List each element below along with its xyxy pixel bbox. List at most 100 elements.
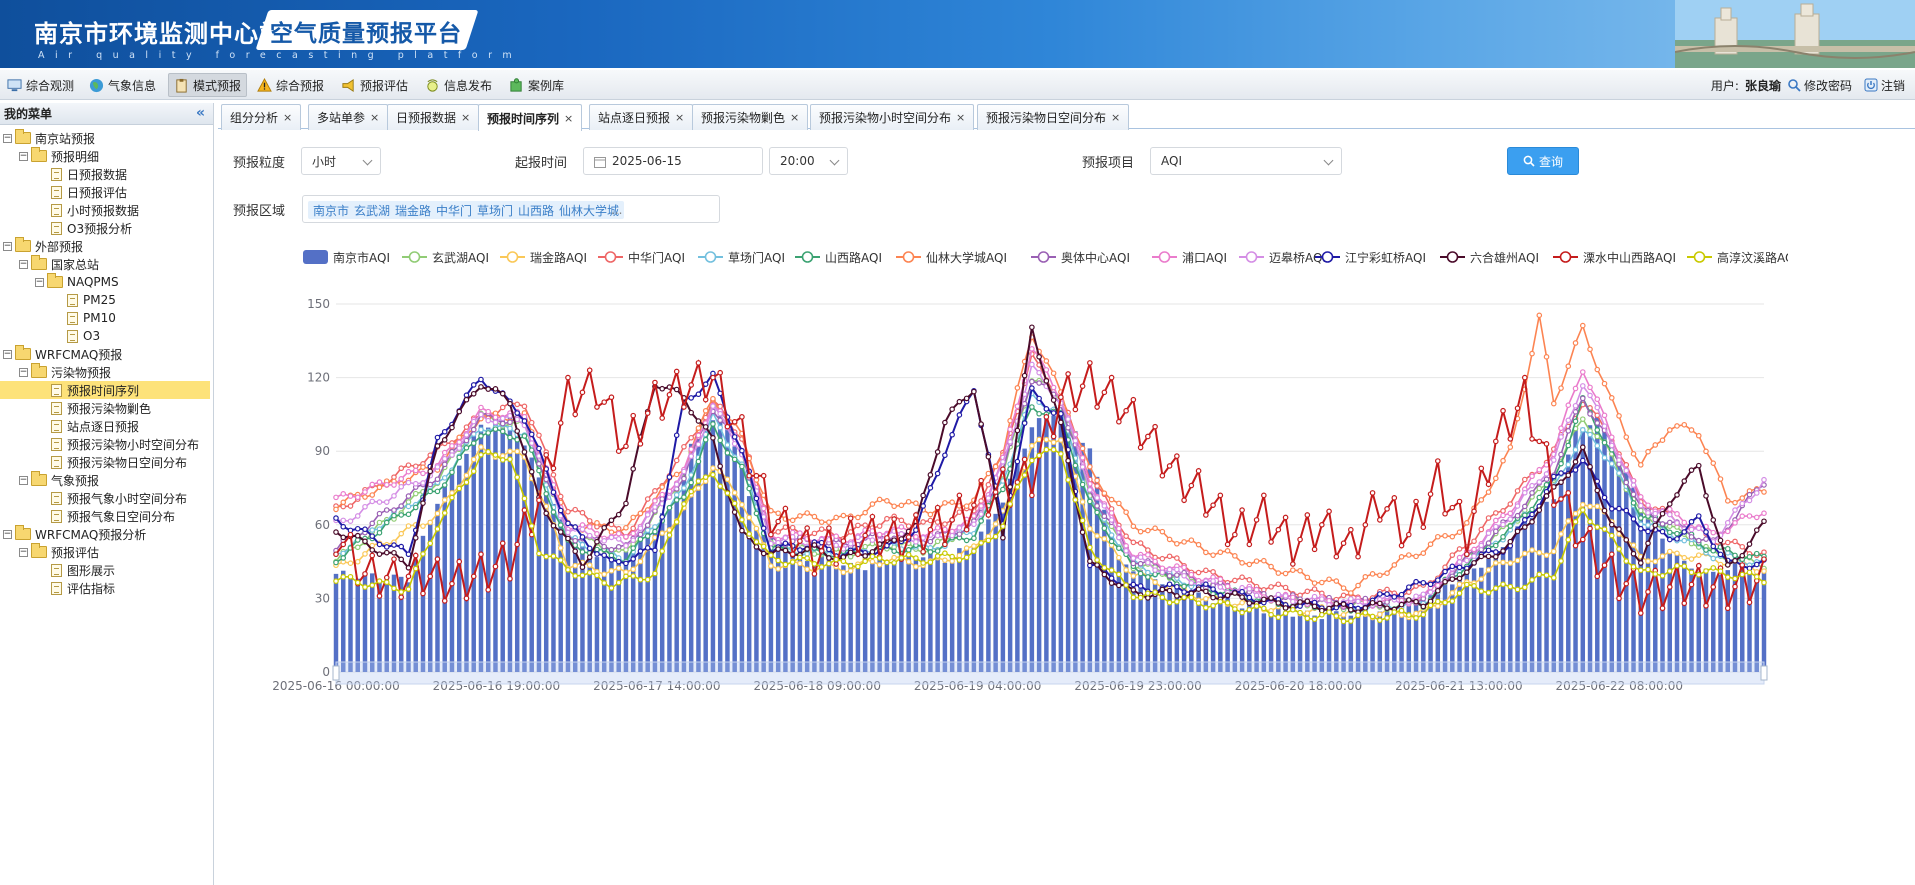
toolbar-item-publish[interactable]: 信息发布 xyxy=(420,73,497,97)
query-button[interactable]: 查询 xyxy=(1507,147,1579,175)
tab[interactable]: 组分分析 × xyxy=(221,104,302,130)
close-icon[interactable]: × xyxy=(790,111,799,124)
tree-item[interactable]: 预报气象小时空间分布 xyxy=(0,489,210,507)
platform-subtitle: Air quality forecasting platform xyxy=(38,50,523,61)
tree-item[interactable]: − 国家总站 xyxy=(0,255,210,273)
tab[interactable]: 预报污染物日空间分布 × xyxy=(977,104,1130,130)
region-multiselect[interactable]: 南京市 玄武湖 瑞金路 中华门 草场门 山西路 仙林大学城... xyxy=(302,195,720,223)
series-point xyxy=(659,491,665,498)
start-hour-select[interactable]: 20:00 xyxy=(769,147,848,175)
series-point xyxy=(1579,322,1586,329)
collapse-toggle-icon[interactable]: − xyxy=(3,241,12,251)
series-point xyxy=(1174,593,1180,599)
tree-item[interactable]: 预报污染物日空间分布 xyxy=(0,453,210,471)
tree-item[interactable]: − 污染物预报 xyxy=(0,363,210,381)
tree-item[interactable]: PM25 xyxy=(0,291,210,309)
toolbar-item-evaluation[interactable]: 预报评估 xyxy=(336,73,413,97)
toolbar-item-case-library[interactable]: 案例库 xyxy=(504,73,569,97)
series-point xyxy=(869,501,876,507)
region-tag[interactable]: 玄武湖 xyxy=(349,201,396,219)
series-point xyxy=(1572,467,1579,473)
series-point xyxy=(1036,395,1042,402)
series-point xyxy=(391,549,397,556)
region-tag[interactable]: 山西路 xyxy=(513,201,560,219)
series-point xyxy=(1724,539,1731,546)
region-tag[interactable]: 瑞金路 xyxy=(390,201,437,219)
region-tag[interactable]: 中华门 xyxy=(431,201,478,219)
tab[interactable]: 预报时间序列 × xyxy=(478,104,583,131)
tree-item[interactable]: − WRFCMAQ预报 xyxy=(0,345,210,363)
chevron-down-icon xyxy=(829,155,840,166)
tree-item[interactable]: O3 xyxy=(0,327,210,345)
series-point xyxy=(376,510,383,517)
tree-item[interactable]: 日预报数据 xyxy=(0,165,210,183)
logout-link[interactable]: 注销 xyxy=(1864,77,1905,94)
tree-item[interactable]: 预报污染物小时空间分布 xyxy=(0,435,210,453)
tree-item[interactable]: 站点逐日预报 xyxy=(0,417,210,435)
collapse-toggle-icon[interactable]: − xyxy=(3,529,12,539)
toolbar-item-observation[interactable]: 综合观测 xyxy=(2,73,79,97)
series-point xyxy=(1485,567,1492,573)
series-point xyxy=(1601,507,1608,514)
series-point xyxy=(557,545,564,551)
legend-item-label: 六合雄州AQI xyxy=(1470,250,1539,265)
series-point xyxy=(934,449,941,455)
series-point xyxy=(1348,596,1354,602)
tree-item[interactable]: 日预报评估 xyxy=(0,183,210,201)
collapse-toggle-icon[interactable]: − xyxy=(19,259,28,269)
collapse-icon[interactable]: « xyxy=(196,105,205,121)
tree-item[interactable]: 图形展示 xyxy=(0,561,210,579)
start-date-input[interactable]: 2025-06-15 xyxy=(583,147,763,175)
close-icon[interactable]: × xyxy=(675,111,684,124)
tree-item[interactable]: 预报气象日空间分布 xyxy=(0,507,210,525)
region-tag[interactable]: 南京市 xyxy=(308,201,355,219)
tree-item[interactable]: − 预报评估 xyxy=(0,543,210,561)
tree-item[interactable]: 预报时间序列 xyxy=(0,381,210,399)
close-icon[interactable]: × xyxy=(461,111,470,124)
tree-item[interactable]: 预报污染物剿色 xyxy=(0,399,210,417)
collapse-toggle-icon[interactable]: − xyxy=(19,151,28,161)
tree-item[interactable]: PM10 xyxy=(0,309,210,327)
collapse-toggle-icon[interactable]: − xyxy=(19,475,28,485)
collapse-toggle-icon[interactable]: − xyxy=(3,133,12,143)
region-tag[interactable]: ... xyxy=(606,201,627,219)
series-point xyxy=(572,548,579,555)
series-point xyxy=(1355,553,1361,560)
close-icon[interactable]: × xyxy=(956,111,965,124)
series-point xyxy=(572,537,579,544)
series-point xyxy=(441,455,448,462)
close-icon[interactable]: × xyxy=(283,111,292,124)
change-password-link[interactable]: 修改密码 xyxy=(1787,77,1852,94)
tree-item[interactable]: 评估指标 xyxy=(0,579,210,597)
tab[interactable]: 多站单参 × xyxy=(308,104,389,130)
toolbar-item-weather[interactable]: 气象信息 xyxy=(84,73,161,97)
tree-item[interactable]: − NAQPMS xyxy=(0,273,210,291)
series-point xyxy=(746,485,752,492)
collapse-toggle-icon[interactable]: − xyxy=(19,367,28,377)
collapse-toggle-icon[interactable]: − xyxy=(19,547,28,557)
tab[interactable]: 预报污染物小时空间分布 × xyxy=(810,104,975,130)
tree-item[interactable]: O3预报分析 xyxy=(0,219,210,237)
tree-item[interactable]: − 南京站预报 xyxy=(0,129,210,147)
tree-item[interactable]: − 预报明细 xyxy=(0,147,210,165)
close-icon[interactable]: × xyxy=(370,111,379,124)
tab[interactable]: 站点逐日预报 × xyxy=(589,104,694,130)
granularity-select[interactable]: 小时 xyxy=(301,147,381,175)
tree-item[interactable]: − 气象预报 xyxy=(0,471,210,489)
bridge-illustration xyxy=(1675,0,1915,68)
toolbar-item-model-forecast[interactable]: 模式预报 xyxy=(168,73,248,97)
series-point xyxy=(456,445,463,451)
tab[interactable]: 日预报数据 × xyxy=(387,104,480,130)
collapse-toggle-icon[interactable]: − xyxy=(3,349,12,359)
tree-item[interactable]: − WRFCMAQ预报分析 xyxy=(0,525,210,543)
close-icon[interactable]: × xyxy=(564,112,573,125)
item-select[interactable]: AQI xyxy=(1150,147,1342,175)
series-point xyxy=(913,533,919,540)
tab[interactable]: 预报污染物剿色 × xyxy=(692,104,809,130)
tree-item[interactable]: 小时预报数据 xyxy=(0,201,210,219)
tree-item[interactable]: − 外部预报 xyxy=(0,237,210,255)
region-tag[interactable]: 草场门 xyxy=(472,201,519,219)
toolbar-item-comprehensive[interactable]: 综合预报 xyxy=(252,73,329,97)
close-icon[interactable]: × xyxy=(1111,111,1120,124)
collapse-toggle-icon[interactable]: − xyxy=(35,277,44,287)
